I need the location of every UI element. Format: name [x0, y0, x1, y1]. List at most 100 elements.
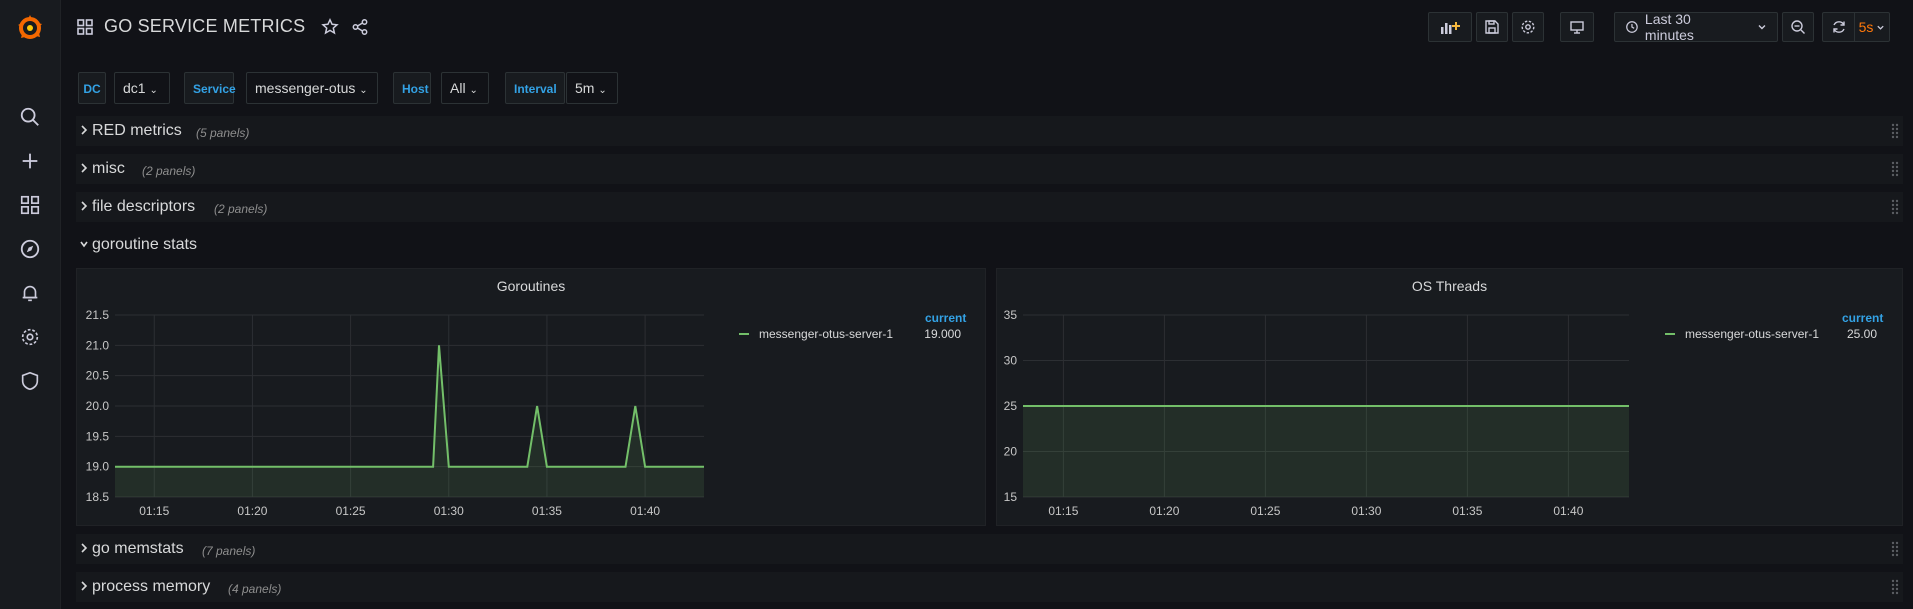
x-tick-label: 01:25: [336, 504, 366, 518]
chevron-right-icon: [81, 201, 88, 211]
x-tick-label: 01:40: [630, 504, 660, 518]
plus-icon[interactable]: [19, 150, 43, 174]
y-tick-label: 21.5: [86, 308, 110, 322]
x-tick-label: 01:35: [1452, 504, 1482, 518]
x-tick-label: 01:15: [1048, 504, 1078, 518]
variable-select-host[interactable]: All ⌄: [441, 72, 489, 104]
dashboards-icon[interactable]: [19, 194, 43, 218]
variable-label-dc: DC: [78, 72, 106, 104]
drag-handle-icon[interactable]: [1891, 122, 1899, 140]
refresh-icon: [1832, 21, 1845, 33]
star-icon[interactable]: [321, 17, 340, 36]
chevron-down-icon: ⌄: [359, 85, 368, 96]
panel-goroutines[interactable]: Goroutines 18.5 19.0 19.5 20.0 20.5 21.0 21.5 0…: [76, 268, 986, 526]
legend-header[interactable]: current: [1842, 311, 1883, 325]
legend-series-name[interactable]: messenger-otus-server-1: [759, 327, 893, 341]
y-tick-label: 25: [1004, 399, 1018, 413]
row-panel-count: (4 panels): [228, 582, 282, 596]
drag-handle-icon[interactable]: [1891, 578, 1899, 596]
chevron-right-icon: [81, 125, 88, 135]
chevron-right-icon: [81, 581, 88, 591]
y-tick-label: 19.5: [86, 429, 110, 443]
legend-series-swatch: [1665, 333, 1675, 335]
drag-handle-icon[interactable]: [1891, 198, 1899, 216]
row-goroutine-stats[interactable]: goroutine stats: [76, 230, 1903, 260]
shield-icon[interactable]: [19, 370, 43, 394]
x-tick-label: 01:15: [139, 504, 169, 518]
y-tick-label: 15: [1004, 490, 1018, 504]
variable-label-host: Host: [393, 72, 431, 104]
series-area: [115, 345, 704, 497]
row-title: misc: [92, 160, 125, 177]
chevron-down-icon: ⌄: [469, 85, 478, 96]
dashboard-nav: GO SERVICE METRICS Last 30 minutes 5s: [60, 0, 1913, 56]
row-red-metrics[interactable]: RED metrics (5 panels): [76, 116, 1903, 146]
x-tick-label: 01:30: [434, 504, 464, 518]
add-panel-button[interactable]: [1428, 12, 1472, 42]
y-tick-label: 21.0: [86, 338, 110, 352]
refresh-interval-picker[interactable]: 5s: [1854, 12, 1890, 42]
panel-os-threads[interactable]: OS Threads 15 20 25 30 35 01:15 01:20 01:25 01:3…: [996, 268, 1903, 526]
row-misc[interactable]: misc (2 panels): [76, 154, 1903, 184]
legend-series-name[interactable]: messenger-otus-server-1: [1685, 327, 1819, 341]
chevron-right-icon: [81, 543, 88, 553]
variable-select-interval[interactable]: 5m ⌄: [566, 72, 618, 104]
row-file-descriptors[interactable]: file descriptors (2 panels): [76, 192, 1903, 222]
legend-series-current: 19.000: [924, 327, 961, 341]
row-title: file descriptors: [92, 198, 196, 215]
chevron-down-icon: [80, 241, 88, 248]
y-tick-label: 19.0: [86, 460, 110, 474]
x-tick-label: 01:20: [1149, 504, 1179, 518]
row-title: go memstats: [92, 540, 184, 557]
share-icon[interactable]: [351, 18, 369, 36]
alerting-icon[interactable]: [19, 282, 43, 306]
row-title: goroutine stats: [92, 236, 197, 253]
gear-icon[interactable]: [19, 326, 43, 350]
save-dashboard-button[interactable]: [1476, 12, 1508, 42]
y-tick-label: 18.5: [86, 490, 110, 504]
page-title[interactable]: GO SERVICE METRICS: [104, 16, 305, 37]
y-tick-label: 20.5: [86, 369, 110, 383]
zoom-out-icon: [1791, 20, 1805, 34]
clock-icon: [1626, 21, 1638, 33]
variable-select-dc[interactable]: dc1 ⌄: [114, 72, 170, 104]
chevron-down-icon: [1877, 25, 1885, 30]
grafana-logo-icon[interactable]: [14, 12, 46, 44]
chevron-down-icon: [1758, 25, 1766, 30]
y-tick-label: 35: [1004, 308, 1018, 322]
row-process-memory[interactable]: process memory (4 panels): [76, 572, 1903, 602]
search-icon[interactable]: [19, 106, 43, 130]
x-tick-label: 01:35: [532, 504, 562, 518]
goroutines-graph[interactable]: 18.5 19.0 19.5 20.0 20.5 21.0 21.5 01:15 01:20 01…: [77, 269, 987, 527]
legend-series-current: 25.00: [1846, 327, 1877, 341]
side-menu: [0, 0, 61, 609]
y-tick-label: 30: [1004, 354, 1018, 368]
drag-handle-icon[interactable]: [1891, 160, 1899, 178]
variable-label-interval: Interval: [505, 72, 565, 104]
row-go-memstats[interactable]: go memstats (7 panels): [76, 534, 1903, 564]
variable-value-interval: 5m: [575, 80, 595, 96]
legend-header[interactable]: current: [925, 311, 966, 325]
cycle-view-mode-button[interactable]: [1560, 12, 1594, 42]
refresh-button[interactable]: [1822, 12, 1854, 42]
drag-handle-icon[interactable]: [1891, 540, 1899, 558]
time-range-label: Last 30 minutes: [1644, 11, 1694, 43]
variable-value-service: messenger-otus: [255, 80, 356, 96]
chevron-right-icon: [81, 163, 88, 173]
settings-icon: [1521, 20, 1535, 34]
chevron-down-icon: ⌄: [149, 85, 158, 96]
row-panel-count: (2 panels): [214, 202, 268, 216]
zoom-out-button[interactable]: [1782, 12, 1814, 42]
x-tick-label: 01:40: [1553, 504, 1583, 518]
dashboard-settings-button[interactable]: [1512, 12, 1544, 42]
os-threads-graph[interactable]: 15 20 25 30 35 01:15 01:20 01:25 01:30 01:35 01:40: [997, 269, 1904, 527]
time-range-picker[interactable]: Last 30 minutes: [1614, 11, 1778, 43]
explore-icon[interactable]: [19, 238, 43, 262]
row-panel-count: (7 panels): [202, 544, 256, 558]
y-tick-label: 20: [1004, 445, 1018, 459]
variable-value-dc: dc1: [123, 80, 146, 96]
variable-label-service: Service: [184, 72, 236, 104]
add-panel-icon: [1441, 22, 1460, 34]
y-tick-label: 20.0: [86, 399, 110, 413]
variable-select-service[interactable]: messenger-otus ⌄: [246, 72, 378, 104]
